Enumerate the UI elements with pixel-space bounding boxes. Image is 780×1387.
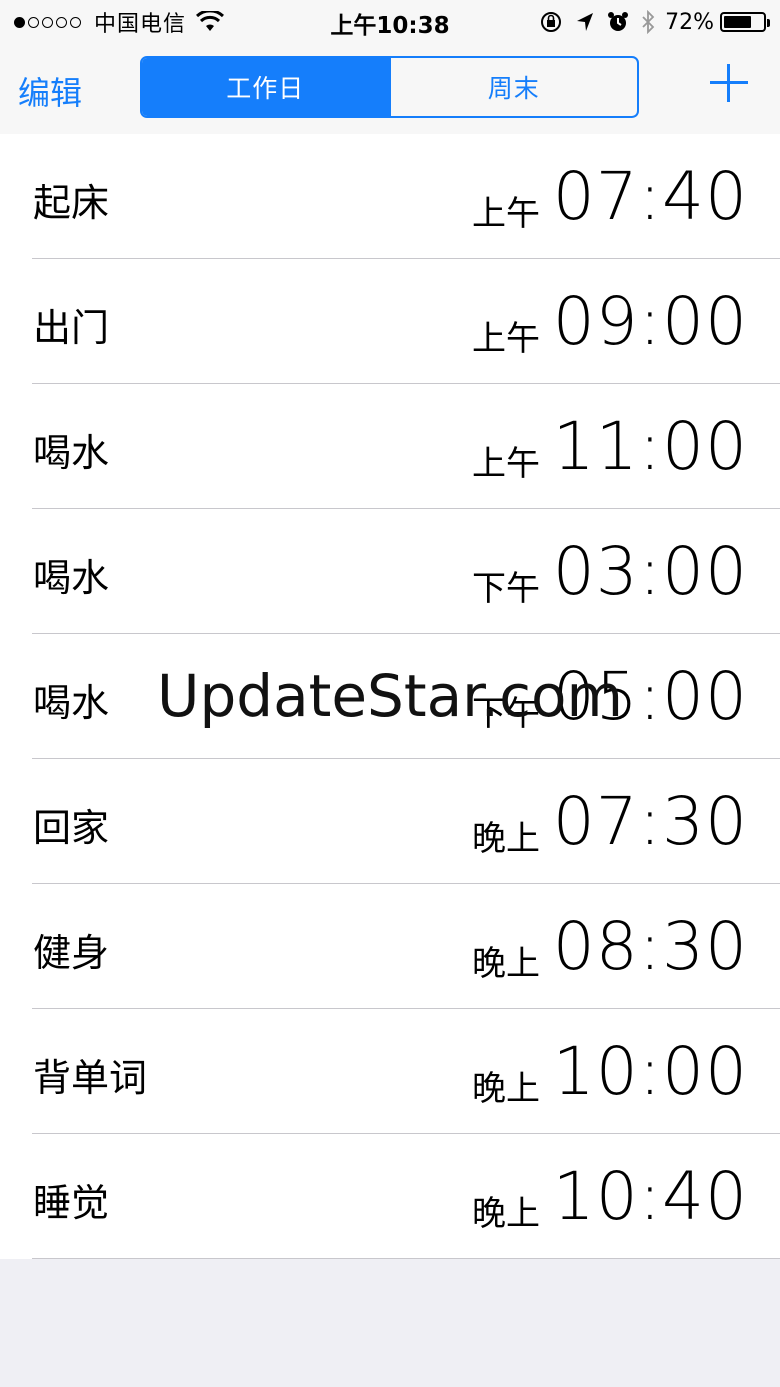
alarm-time: 09:00 [552,283,748,360]
day-type-segmented-control: 工作日 周末 [140,56,639,118]
segment-weekend[interactable]: 周末 [388,58,638,116]
alarm-time: 08:30 [552,908,748,985]
battery-icon [720,12,770,32]
alarm-period: 晚上 [472,1069,540,1109]
orientation-lock-icon [541,12,562,32]
alarm-row[interactable]: 起床 上午 07:40 [0,134,780,259]
status-bar: 中国电信 上午10:38 72% [0,0,780,42]
alarm-label: 喝水 [33,556,110,600]
alarm-row[interactable]: 出门 上午 09:00 [0,259,780,384]
alarm-row[interactable]: 背单词 晚上 10:00 [0,1009,780,1134]
alarm-time: 03:00 [552,533,748,610]
alarm-list: 起床 上午 07:40 出门 上午 09:00 喝水 上午 11:00 喝水 下… [0,134,780,1259]
location-icon [577,13,594,31]
alarm-clock-icon [608,12,629,31]
top-bar: 中国电信 上午10:38 72% 编辑 工作日 周末 [0,0,780,135]
bluetooth-icon [642,10,655,34]
alarm-time: 07:30 [552,783,748,860]
alarm-time: 07:40 [552,158,748,235]
alarm-time: 05:00 [552,658,748,735]
alarm-period: 下午 [472,569,540,609]
alarm-period: 晚上 [472,944,540,984]
alarm-row[interactable]: 喝水 下午 03:00 [0,509,780,634]
navigation-bar: 编辑 工作日 周末 [0,42,780,134]
alarm-row[interactable]: 喝水 上午 11:00 [0,384,780,509]
alarm-label: 健身 [33,931,110,975]
edit-button[interactable]: 编辑 [18,68,82,114]
alarm-row[interactable]: 睡觉 晚上 10:40 [0,1134,780,1259]
alarm-label: 起床 [33,181,110,225]
battery-percentage: 72% [665,9,714,35]
alarm-row[interactable]: 健身 晚上 08:30 [0,884,780,1009]
alarm-label: 喝水 [33,681,110,725]
alarm-label: 回家 [33,806,110,850]
alarm-period: 上午 [472,194,540,234]
alarm-label: 背单词 [33,1056,148,1100]
status-right: 72% [527,8,770,36]
segment-weekday[interactable]: 工作日 [142,58,389,116]
alarm-time: 10:00 [552,1033,748,1110]
alarm-label: 出门 [33,306,110,350]
alarm-time: 10:40 [552,1158,748,1235]
alarm-time: 11:00 [552,408,748,485]
alarm-row[interactable]: 回家 晚上 07:30 [0,759,780,884]
alarm-period: 晚上 [472,819,540,859]
alarm-label: 睡觉 [33,1181,110,1225]
alarm-period: 下午 [472,694,540,734]
alarm-period: 晚上 [472,1194,540,1234]
plus-icon[interactable] [710,64,748,102]
alarm-period: 上午 [472,319,540,359]
alarm-period: 上午 [472,444,540,484]
alarm-label: 喝水 [33,431,110,475]
alarm-row[interactable]: 喝水 下午 05:00 [0,634,780,759]
